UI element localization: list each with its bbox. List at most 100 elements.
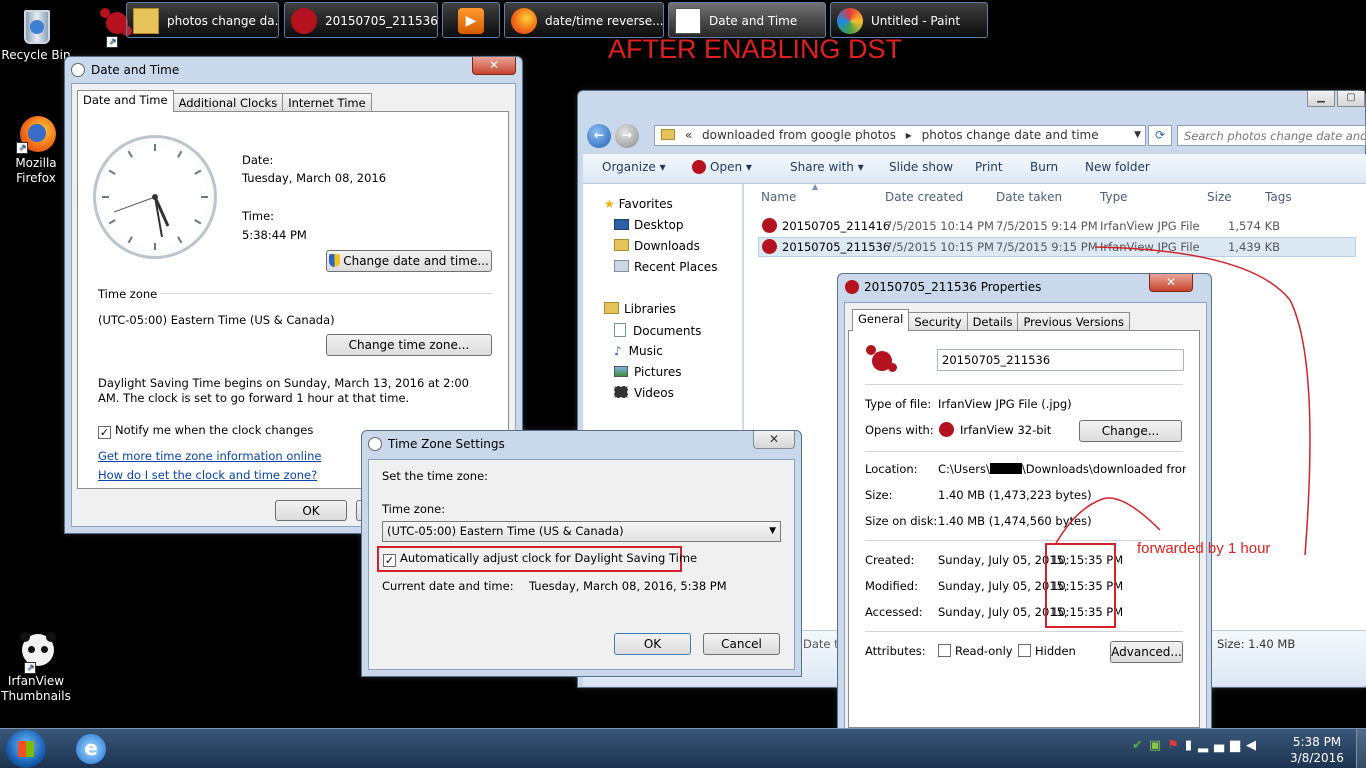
date-value: Tuesday, March 08, 2016 <box>242 171 387 185</box>
timezone-info-link[interactable]: Get more time zone information online <box>98 449 321 463</box>
tab-internet-time[interactable]: Internet Time <box>282 93 372 112</box>
how-to-set-clock-link[interactable]: How do I set the clock and time zone? <box>98 468 317 482</box>
table-row-selected[interactable]: 20150705_211536 7/5/2015 10:15 PM 7/5/20… <box>758 237 1356 257</box>
nav-item-music[interactable]: ♪ Music <box>614 344 663 358</box>
column-date-taken[interactable]: Date taken <box>996 190 1062 204</box>
taskbar-label: Date and Time <box>709 14 798 28</box>
tab-general[interactable]: General <box>852 309 910 331</box>
open-menu[interactable]: Open ▾ <box>692 160 752 174</box>
close-button[interactable]: ✕ <box>1149 274 1193 292</box>
taskbar-media-player[interactable]: ▶ <box>442 2 500 38</box>
folder-icon <box>661 129 675 140</box>
desktop-icon-irfanview-thumbnails[interactable]: ↗ IrfanView Thumbnails <box>0 632 72 704</box>
maximize-button[interactable]: ▢ <box>1337 91 1365 107</box>
irfanview-file-large-icon <box>866 345 898 375</box>
search-input[interactable] <box>1177 125 1366 146</box>
tab-date-and-time[interactable]: Date and Time <box>77 90 174 112</box>
taskbar-date-and-time[interactable]: Date and Time <box>668 2 826 38</box>
nav-label: Recent Places <box>634 260 718 274</box>
breadcrumb-separator[interactable]: ▸ <box>906 128 912 142</box>
column-type[interactable]: Type <box>1100 190 1128 204</box>
burn-button[interactable]: Burn <box>1030 160 1058 174</box>
column-size[interactable]: Size <box>1207 190 1232 204</box>
tab-details[interactable]: Details <box>966 312 1019 331</box>
nav-item-videos[interactable]: Videos <box>614 386 674 400</box>
nav-item-desktop[interactable]: Desktop <box>614 218 684 232</box>
show-desktop-button[interactable] <box>1356 729 1366 768</box>
timezone-selected-value: (UTC-05:00) Eastern Time (US & Canada) <box>387 524 624 538</box>
libraries-header[interactable]: Libraries <box>604 302 676 316</box>
dst-checkbox-row[interactable]: ✓ Automatically adjust clock for Daylight… <box>383 551 697 567</box>
back-button[interactable]: ← <box>587 124 611 148</box>
column-name[interactable]: Name <box>761 190 796 204</box>
print-button[interactable]: Print <box>975 160 1003 174</box>
tray-app-icon[interactable]: ▣ <box>1149 738 1167 753</box>
check-icon[interactable]: ✔ <box>1132 738 1149 753</box>
desktop-icon-recycle-bin[interactable]: Recycle Bin <box>0 6 72 63</box>
filename-field[interactable] <box>937 349 1184 371</box>
action-center-icon[interactable]: ⚑ <box>1167 738 1185 753</box>
minimize-button[interactable]: ▁ <box>1307 91 1335 107</box>
slide-show-button[interactable]: Slide show <box>889 160 953 174</box>
address-bar[interactable]: « downloaded from google photos ▸ photos… <box>654 125 1146 146</box>
address-overflow[interactable]: « <box>685 128 692 142</box>
tab-security[interactable]: Security <box>908 312 968 331</box>
nav-item-recent-places[interactable]: Recent Places <box>614 260 717 274</box>
taskbar-label: date/time reverse... <box>545 14 664 28</box>
notify-checkbox[interactable]: ✓ <box>98 426 111 439</box>
libraries-label: Libraries <box>624 302 676 316</box>
refresh-button[interactable]: ⟳ <box>1148 125 1172 146</box>
cancel-button[interactable]: Cancel <box>703 633 780 655</box>
taskbar-explorer[interactable]: photos change da... <box>126 2 279 38</box>
accessed-label: Accessed: <box>865 605 923 619</box>
breadcrumb-part[interactable]: downloaded from google photos <box>702 128 896 142</box>
ok-button[interactable]: OK <box>614 633 691 655</box>
notify-checkbox-row[interactable]: ✓ Notify me when the clock changes <box>98 423 313 439</box>
hidden-checkbox-row[interactable]: Hidden <box>1018 644 1076 658</box>
volume-icon[interactable]: ◀ <box>1246 738 1262 753</box>
desktop-icon-firefox[interactable]: ↗ Mozilla Firefox <box>0 114 72 186</box>
chevron-down-icon[interactable]: ▼ <box>1134 126 1141 145</box>
ie-pinned-icon[interactable]: e <box>76 734 106 764</box>
irfanview-splat-icon <box>291 8 317 34</box>
breadcrumb-part[interactable]: photos change date and time <box>922 128 1099 142</box>
taskbar-firefox[interactable]: date/time reverse... <box>504 2 664 38</box>
media-player-icon: ▶ <box>458 8 484 34</box>
irfanview-small-icon <box>939 422 954 437</box>
forward-button[interactable]: → <box>615 124 639 148</box>
change-date-time-button[interactable]: Change date and time... <box>326 250 492 272</box>
taskbar-label: photos change da... <box>167 14 279 28</box>
readonly-checkbox-row[interactable]: Read-only <box>938 644 1013 658</box>
organize-menu[interactable]: Organize ▾ <box>602 160 666 174</box>
tab-previous-versions[interactable]: Previous Versions <box>1017 312 1130 331</box>
nav-item-pictures[interactable]: Pictures <box>614 365 682 379</box>
taskbar-clock[interactable]: 5:38 PM 3/8/2016 <box>1286 734 1348 766</box>
nav-item-documents[interactable]: Documents <box>614 323 701 338</box>
change-time-zone-button[interactable]: Change time zone... <box>326 334 492 356</box>
device-icon[interactable]: ▮ <box>1185 738 1198 753</box>
timezone-select[interactable]: (UTC-05:00) Eastern Time (US & Canada) ▼ <box>382 521 781 542</box>
taskbar-paint[interactable]: Untitled - Paint <box>830 2 988 38</box>
dst-checkbox[interactable]: ✓ <box>383 554 396 567</box>
change-button[interactable]: Change... <box>1079 420 1182 442</box>
close-button[interactable]: ✕ <box>472 57 516 75</box>
new-folder-button[interactable]: New folder <box>1085 160 1150 174</box>
favorites-header[interactable]: ★ Favorites <box>604 197 673 211</box>
tab-additional-clocks[interactable]: Additional Clocks <box>172 93 284 112</box>
share-with-menu[interactable]: Share with ▾ <box>790 160 864 174</box>
readonly-checkbox[interactable] <box>938 644 951 657</box>
chevron-down-icon[interactable]: ▼ <box>769 522 776 541</box>
start-button[interactable] <box>6 730 46 768</box>
taskbar-properties[interactable]: 20150705_211536 ... <box>284 2 438 38</box>
column-date-created[interactable]: Date created <box>885 190 963 204</box>
file-date-taken: 7/5/2015 9:14 PM <box>996 219 1098 233</box>
network-icon[interactable]: ▂▄▆ <box>1198 738 1246 753</box>
nav-item-downloads[interactable]: Downloads <box>614 239 700 253</box>
ok-button[interactable]: OK <box>275 500 347 521</box>
column-tags[interactable]: Tags <box>1265 190 1292 204</box>
table-row[interactable]: 20150705_211416 7/5/2015 10:14 PM 7/5/20… <box>758 216 1356 236</box>
date-label: Date: <box>242 153 274 167</box>
advanced-button[interactable]: Advanced... <box>1110 641 1183 663</box>
close-button[interactable]: ✕ <box>753 431 795 449</box>
hidden-checkbox[interactable] <box>1018 644 1031 657</box>
